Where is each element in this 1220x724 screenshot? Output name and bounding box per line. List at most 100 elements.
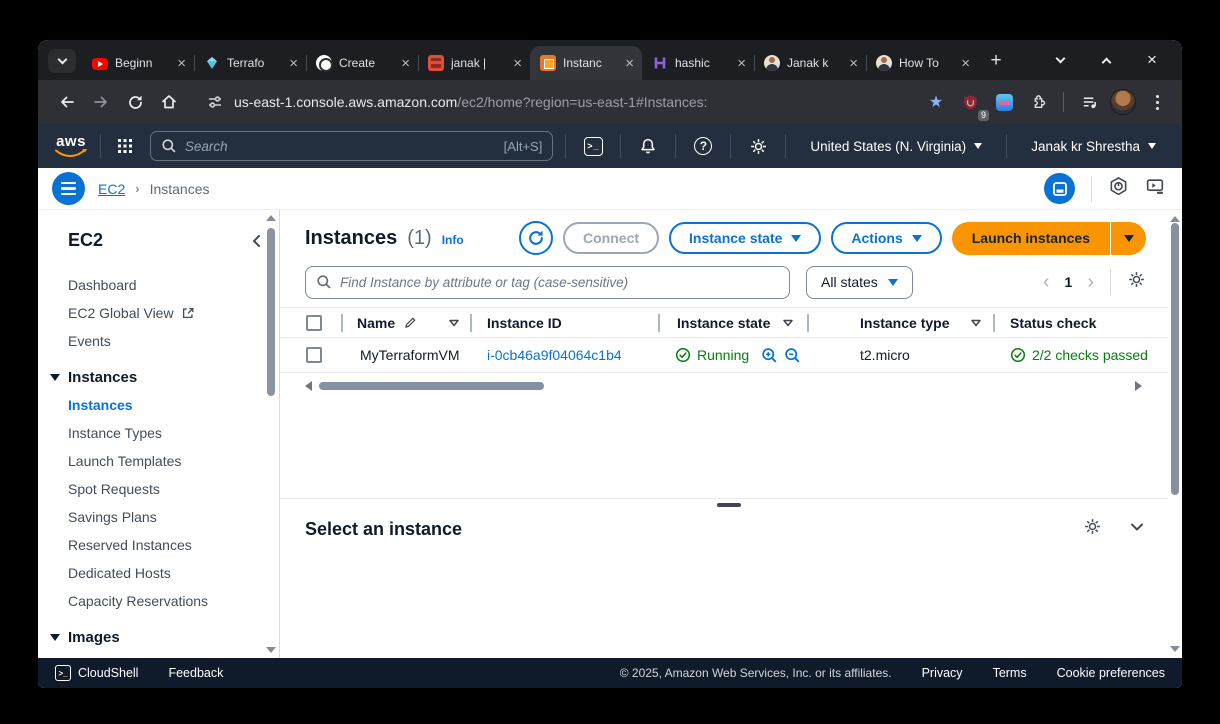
scroll-down-icon[interactable] (1170, 646, 1180, 652)
tab-close-icon[interactable]: × (847, 56, 860, 71)
column-header-name[interactable]: Name (357, 308, 418, 337)
reading-list-icon[interactable] (1074, 87, 1104, 117)
scroll-left-icon[interactable] (305, 381, 312, 391)
window-maximize-button[interactable] (1096, 50, 1116, 70)
tab-search-button[interactable] (48, 49, 76, 73)
connect-button[interactable]: Connect (563, 222, 659, 254)
sort-icon[interactable] (780, 308, 796, 337)
browser-tab[interactable]: Janak k × (754, 46, 866, 80)
privacy-link[interactable]: Privacy (922, 666, 963, 680)
browser-tab[interactable]: janak | × (418, 46, 530, 80)
reload-button[interactable] (120, 87, 150, 117)
aws-search-bar[interactable]: [Alt+S] (150, 131, 554, 161)
scrollbar-thumb[interactable] (319, 382, 544, 390)
sidebar-section-images[interactable]: Images (68, 623, 279, 651)
sidebar-collapse-icon[interactable] (249, 233, 265, 249)
sort-icon[interactable] (968, 308, 984, 337)
instance-filter-box[interactable] (305, 266, 790, 299)
scroll-up-icon[interactable] (266, 215, 276, 221)
cloudshell-button[interactable]: >_ CloudShell (55, 665, 138, 681)
sidebar-item-ec2-global-view[interactable]: EC2 Global View (68, 299, 279, 327)
forward-button[interactable] (86, 87, 116, 117)
state-filter-dropdown[interactable]: All states (806, 266, 913, 299)
ublock-extension-icon[interactable]: 9 (955, 87, 985, 117)
launch-instances-dropdown[interactable] (1110, 222, 1146, 255)
help-icon[interactable]: ? (688, 137, 718, 155)
panel-expand-chevron-icon[interactable] (1128, 518, 1146, 541)
zoom-in-icon[interactable] (761, 347, 778, 364)
tab-close-icon[interactable]: × (959, 56, 972, 71)
instance-id-link[interactable]: i-0cb46a9f04064c1b4 (487, 338, 622, 372)
info-link[interactable]: Info (442, 233, 464, 247)
window-close-button[interactable]: × (1142, 50, 1162, 70)
tab-close-icon[interactable]: × (175, 56, 188, 71)
prev-page-button[interactable]: ‹ (1043, 272, 1050, 292)
browser-menu-icon[interactable] (1142, 87, 1172, 117)
terms-link[interactable]: Terms (993, 666, 1027, 680)
browser-tab[interactable]: Terrafo × (194, 46, 306, 80)
menu-hamburger-icon[interactable] (52, 172, 85, 205)
tab-close-icon[interactable]: × (399, 56, 412, 71)
sidebar-item-dedicated-hosts[interactable]: Dedicated Hosts (68, 559, 279, 587)
sort-icon[interactable] (446, 308, 462, 337)
hexagon-clock-icon[interactable] (1108, 176, 1129, 202)
column-header-status-check[interactable]: Status check (1010, 308, 1096, 337)
browser-tab[interactable]: Beginn × (82, 46, 194, 80)
cookie-preferences-link[interactable]: Cookie preferences (1057, 666, 1165, 680)
tab-close-icon[interactable]: × (735, 56, 748, 71)
sidebar-item-dashboard[interactable]: Dashboard (68, 271, 279, 299)
select-all-checkbox[interactable] (306, 308, 322, 337)
column-header-instance-id[interactable]: Instance ID (487, 308, 562, 337)
region-selector[interactable]: United States (N. Virginia) (798, 139, 994, 154)
sidebar-item-launch-templates[interactable]: Launch Templates (68, 447, 279, 475)
scroll-up-icon[interactable] (1170, 216, 1180, 222)
sidebar-section-instances[interactable]: Instances (68, 363, 279, 391)
table-preferences-gear-icon[interactable] (1127, 270, 1146, 294)
next-page-button[interactable]: › (1087, 272, 1094, 292)
column-header-instance-state[interactable]: Instance state (677, 308, 770, 337)
sidebar-item-events[interactable]: Events (68, 327, 279, 355)
instance-table-row[interactable]: MyTerraformVM i-0cb46a9f04064c1b4 Runnin… (280, 338, 1168, 373)
sidebar-item-reserved-instances[interactable]: Reserved Instances (68, 531, 279, 559)
feedback-link[interactable]: Feedback (168, 666, 223, 680)
instance-state-button[interactable]: Instance state (669, 222, 821, 254)
row-checkbox[interactable] (306, 338, 322, 372)
tab-close-icon[interactable]: × (287, 56, 300, 71)
launch-instances-button[interactable]: Launch instances (952, 222, 1110, 255)
account-menu[interactable]: Janak kr Shrestha (1019, 139, 1168, 154)
profile-avatar[interactable] (1108, 87, 1138, 117)
browser-tab-active[interactable]: Instanc × (530, 46, 642, 80)
panel-preferences-gear-icon[interactable] (1083, 517, 1102, 541)
window-minimize-button[interactable] (1050, 50, 1070, 70)
sidebar-scrollbar[interactable] (266, 212, 276, 656)
breadcrumb-root-link[interactable]: EC2 (98, 181, 125, 197)
sidebar-item-spot-requests[interactable]: Spot Requests (68, 475, 279, 503)
services-grid-icon[interactable] (113, 137, 138, 155)
sidebar-item-savings-plans[interactable]: Savings Plans (68, 503, 279, 531)
settings-gear-icon[interactable] (743, 137, 773, 156)
sidebar-item-instance-types[interactable]: Instance Types (68, 419, 279, 447)
scrollbar-thumb[interactable] (1171, 223, 1179, 495)
notifications-bell-icon[interactable] (633, 137, 663, 155)
vertical-scrollbar[interactable] (1170, 213, 1180, 655)
zoom-out-icon[interactable] (784, 347, 801, 364)
home-button[interactable] (154, 87, 184, 117)
scroll-right-icon[interactable] (1135, 381, 1142, 391)
bookmark-star-icon[interactable]: ★ (921, 87, 951, 117)
horizontal-scrollbar[interactable] (305, 381, 1142, 391)
aws-search-input[interactable] (185, 139, 496, 154)
instance-filter-input[interactable] (340, 275, 779, 290)
back-button[interactable] (52, 87, 82, 117)
panel-drag-handle[interactable] (717, 503, 741, 507)
browser-tab[interactable]: How To × (866, 46, 978, 80)
scroll-down-icon[interactable] (266, 647, 276, 653)
browser-tab[interactable]: Create × (306, 46, 418, 80)
remote-screen-icon[interactable] (1145, 176, 1166, 202)
sidebar-item-instances[interactable]: Instances (68, 391, 279, 419)
new-tab-button[interactable]: + (982, 47, 1010, 75)
extension-icon[interactable] (989, 87, 1019, 117)
extensions-puzzle-icon[interactable] (1023, 87, 1053, 117)
refresh-button[interactable] (519, 221, 553, 255)
address-bar[interactable]: us-east-1.console.aws.amazon.com/ec2/hom… (194, 86, 951, 118)
split-panel-icon[interactable] (1044, 173, 1075, 204)
